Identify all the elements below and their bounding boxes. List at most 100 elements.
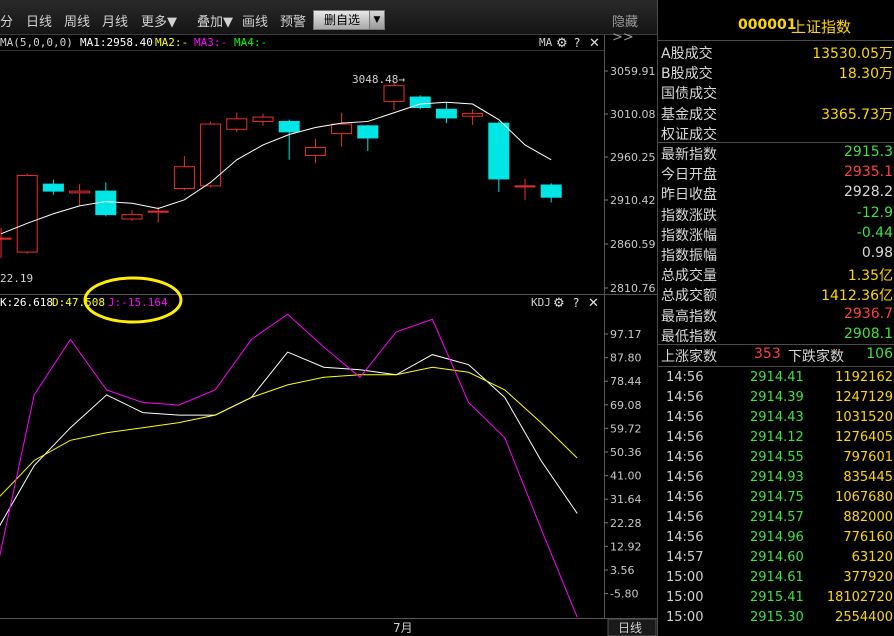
volume-stat-value: 18.30万 [838, 66, 893, 83]
index-stat-row: 最高指数 2936.7 [658, 305, 894, 325]
kdj-panel-tag: KDJ [531, 296, 551, 309]
tick-volume: 776160 [843, 530, 893, 545]
candle-up [147, 210, 169, 213]
tick-volume: 1276405 [835, 430, 893, 445]
index-stat-label: 指数振幅 [661, 248, 717, 264]
candle-up [226, 118, 248, 130]
tick-price: 2914.12 [750, 430, 804, 445]
kdj-axis-tick: 50.36 [610, 446, 642, 459]
toolbar-daily[interactable]: 日线 [26, 11, 52, 30]
volume-stat-row: B股成交 18.30万 [658, 62, 894, 82]
tick-volume: 1247129 [835, 390, 893, 405]
index-code: 000001 [738, 17, 797, 33]
toolbar-monthly[interactable]: 月线 [102, 11, 128, 30]
tick-volume: 2554400 [835, 610, 893, 625]
kdj-axis-tick: 78.44 [610, 375, 642, 388]
tick-price: 2914.75 [750, 490, 804, 505]
tick-row: 14:56 2914.93 835445 [658, 468, 894, 488]
tick-row: 15:00 2914.61 377920 [658, 568, 894, 588]
tick-time: 15:00 [666, 570, 704, 585]
candle-up [173, 166, 195, 190]
kdj-axis-tick: -5.80 [610, 588, 638, 601]
tick-price: 2915.30 [750, 610, 804, 625]
period-tab-daily[interactable]: 日线 [618, 621, 642, 635]
index-stat-value: 2928.2 [844, 184, 893, 201]
ma-close-icon[interactable]: ✕ [589, 36, 600, 51]
index-stat-label: 昨日收盘 [661, 187, 717, 204]
toolbar-draw[interactable]: 画线 [242, 11, 268, 30]
price-axis-tick: 2960.25 [610, 151, 656, 164]
index-stat-label: 指数涨幅 [661, 227, 717, 244]
toolbar-alert[interactable]: 预警 [280, 11, 306, 30]
kdj-axis-tick: 41.00 [610, 470, 642, 483]
kdj-close-icon[interactable]: ✕ [588, 296, 599, 311]
advance-value: 353 [754, 346, 781, 362]
tick-time: 14:56 [666, 510, 704, 525]
index-stat-label: 今日开盘 [661, 167, 717, 184]
tick-time: 14:56 [666, 450, 704, 465]
index-stat-row: 指数涨幅 -0.44 [658, 224, 894, 244]
index-stat-label: 最新指数 [661, 147, 717, 163]
tick-volume: 797601 [843, 450, 893, 465]
candle-up [383, 85, 405, 102]
tick-volume: 1192162 [835, 370, 893, 385]
index-stat-row: 最低指数 2908.1 [658, 325, 894, 345]
index-stat-row: 今日开盘 2935.1 [658, 163, 894, 183]
tick-volume: 1067680 [835, 490, 893, 505]
low-price-label: 22.19 [0, 272, 33, 285]
index-stat-value: 1.35亿 [847, 268, 893, 285]
candle-up [331, 123, 353, 135]
volume-stat-row: 权证成交 [658, 123, 894, 143]
tick-price: 2914.60 [750, 550, 804, 565]
tick-price: 2914.55 [750, 450, 804, 465]
index-stat-value: -0.44 [856, 224, 893, 241]
tick-price: 2914.39 [750, 390, 804, 405]
decline-value: 106 [866, 346, 893, 362]
tick-row: 14:56 2914.12 1276405 [658, 428, 894, 448]
kdj-k-legend: K:26.618 [0, 296, 53, 309]
index-stat-value: 0.98 [861, 245, 893, 261]
ma-settings-icon[interactable]: ⚙ [556, 36, 568, 51]
volume-stat-row: 基金成交 3365.73万 [658, 103, 894, 123]
x-axis-month-label: 7月 [393, 621, 413, 635]
ma2-legend: MA2:- [155, 36, 188, 49]
tick-price: 2914.96 [750, 530, 804, 545]
self-select-dropdown-icon[interactable]: ▼ [369, 10, 385, 30]
hide-panel-button[interactable]: 隐藏>> [612, 11, 657, 45]
tick-time: 14:56 [666, 430, 704, 445]
price-axis-tick: 3010.08 [610, 108, 656, 121]
kdj-axis-tick: 3.56 [610, 564, 635, 577]
volume-stat-label: 权证成交 [661, 126, 717, 143]
ma-panel-tag: MA [539, 36, 553, 49]
index-stat-value: 1412.36亿 [821, 288, 893, 305]
chart-area[interactable]: MA(5,0,0,0) MA1:2958.40 MA2:- MA3:- MA4:… [0, 0, 657, 636]
tick-row: 14:56 2914.41 1192162 [658, 368, 894, 388]
kdj-settings-icon[interactable]: ⚙ [553, 296, 565, 311]
ma-help-icon[interactable]: ? [574, 36, 580, 50]
tick-volume: 1031520 [835, 410, 893, 425]
candle-up [0, 237, 12, 240]
tick-time: 14:57 [666, 550, 704, 565]
kdj-axis-tick: 22.28 [610, 517, 642, 530]
index-stat-value: 2915.3 [844, 144, 893, 160]
quote-header: 000001 上证指数 [658, 0, 894, 40]
toolbar-minute[interactable]: 分 [0, 11, 13, 30]
tick-volume: 882000 [843, 510, 893, 525]
index-stat-row: 最新指数 2915.3 [658, 143, 894, 163]
candle-up [16, 174, 38, 253]
volume-stat-row: A股成交 13530.05万 [658, 42, 894, 62]
advance-label: 上涨家数 [661, 349, 717, 365]
kdj-help-icon[interactable]: ? [573, 296, 579, 310]
tick-time: 14:56 [666, 490, 704, 505]
toolbar-more[interactable]: 更多▼ [141, 11, 177, 30]
remove-self-select-button[interactable]: 删自选 [313, 10, 371, 30]
tick-row: 14:56 2914.39 1247129 [658, 388, 894, 408]
kdj-d-legend: D:47.508 [52, 296, 105, 309]
volume-stat-label: 基金成交 [661, 106, 717, 123]
toolbar-overlay[interactable]: 叠加▼ [197, 11, 233, 30]
toolbar-weekly[interactable]: 周线 [64, 11, 90, 30]
tick-row: 14:56 2914.75 1067680 [658, 488, 894, 508]
candle-down [42, 183, 64, 192]
price-axis-tick: 2860.59 [610, 238, 656, 251]
price-axis-tick: 2810.76 [610, 282, 656, 295]
